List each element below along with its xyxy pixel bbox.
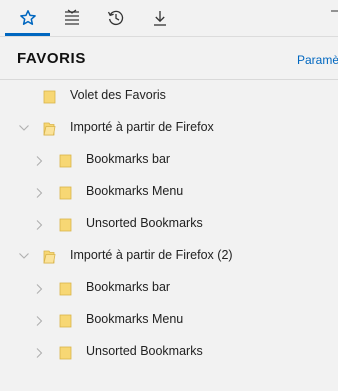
downloads-icon (151, 9, 169, 27)
open-folder-icon (43, 121, 56, 136)
tree-item-label: Bookmarks bar (86, 152, 171, 166)
chevron-right-icon[interactable] (34, 144, 48, 176)
tree-item[interactable]: Bookmarks Menu (0, 304, 338, 336)
tree-item[interactable]: Importé à partir de Firefox (0, 112, 338, 144)
tree-item[interactable]: Unsorted Bookmarks (0, 208, 338, 240)
reading-list-tab[interactable] (50, 0, 94, 36)
folder-icon (59, 281, 72, 296)
downloads-tab[interactable] (138, 0, 182, 36)
tree-item-label: Bookmarks Menu (86, 184, 184, 198)
folder-icon (59, 153, 72, 168)
chevron-down-icon[interactable] (18, 112, 32, 144)
page-title: FAVORIS (17, 50, 86, 67)
tree-item[interactable]: Bookmarks bar (0, 144, 338, 176)
tree-item-label: Importé à partir de Firefox (2) (70, 248, 233, 262)
tree-item[interactable]: Unsorted Bookmarks (0, 336, 338, 368)
favorites-panel: FAVORIS Paramè Volet des Favoris Importé … (0, 0, 338, 391)
folder-icon (59, 217, 72, 232)
tree-item[interactable]: Bookmarks bar (0, 272, 338, 304)
pin-icon[interactable] (330, 6, 338, 18)
chevron-right-icon[interactable] (34, 304, 48, 336)
folder-icon (43, 89, 56, 104)
tree-item-label: Bookmarks bar (86, 280, 171, 294)
chevron-right-icon[interactable] (34, 336, 48, 368)
tree-item-label: Unsorted Bookmarks (86, 344, 203, 358)
chevron-right-icon[interactable] (34, 272, 48, 304)
chevron-down-icon[interactable] (18, 240, 32, 272)
hub-toolbar (0, 0, 338, 36)
folder-icon (59, 185, 72, 200)
chevron-right-icon[interactable] (34, 176, 48, 208)
open-folder-icon (43, 249, 56, 264)
favorites-tab[interactable] (6, 0, 50, 36)
tree-item-label: Volet des Favoris (70, 88, 166, 102)
chevron-right-icon[interactable] (34, 208, 48, 240)
reading-list-icon (63, 9, 81, 27)
favorites-star-icon (19, 9, 37, 27)
favorites-header: FAVORIS Paramè (0, 37, 338, 79)
tree-item-label: Unsorted Bookmarks (86, 216, 203, 230)
tree-item-label: Importé à partir de Firefox (70, 120, 214, 134)
tree-item[interactable]: Bookmarks Menu (0, 176, 338, 208)
tree-item[interactable]: Importé à partir de Firefox (2) (0, 240, 338, 272)
history-tab[interactable] (94, 0, 138, 36)
folder-icon (59, 313, 72, 328)
settings-link[interactable]: Paramè (297, 53, 338, 67)
tree-item-label: Bookmarks Menu (86, 312, 184, 326)
tree-item[interactable]: Volet des Favoris (0, 80, 338, 112)
history-icon (107, 9, 125, 27)
folder-icon (59, 345, 72, 360)
